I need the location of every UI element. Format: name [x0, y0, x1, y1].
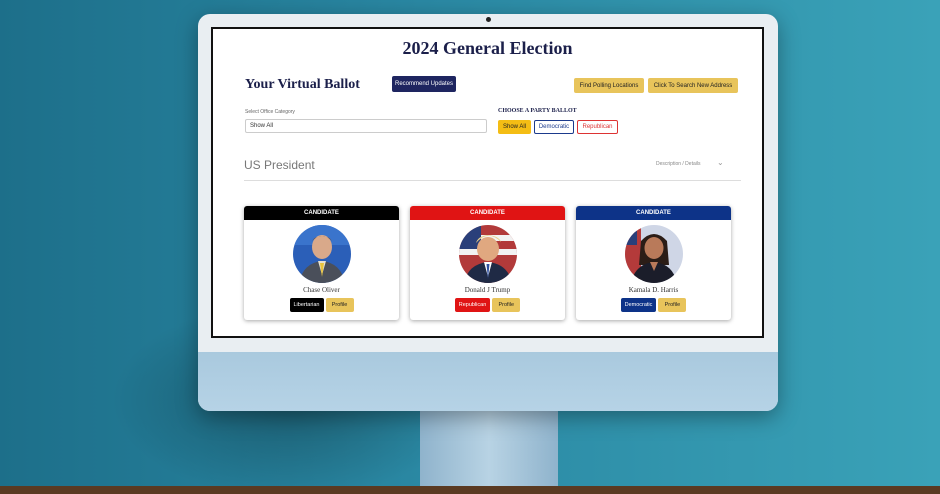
profile-button[interactable]: Profile — [325, 298, 354, 312]
monitor-stand — [420, 400, 558, 490]
screen: 2024 General Election Your Virtual Ballo… — [211, 27, 764, 338]
candidate-card-oliver: CANDIDATE Chase Oliver Libertarian Profi… — [244, 206, 399, 320]
candidate-card-header: CANDIDATE — [576, 206, 731, 220]
details-toggle[interactable]: Description / Details — [656, 161, 700, 167]
office-category-label: Select Office Category — [245, 109, 295, 115]
party-democratic-button[interactable]: Democratic — [534, 120, 574, 134]
search-address-button[interactable]: Click To Search New Address — [648, 78, 738, 93]
desk — [0, 486, 940, 494]
candidate-tags: Libertarian Profile — [244, 298, 399, 312]
candidate-card-header: CANDIDATE — [410, 206, 565, 220]
ballot-title: Your Virtual Ballot — [245, 77, 360, 92]
imac-chin — [198, 352, 778, 411]
party-badge: Libertarian — [289, 298, 324, 312]
party-show-all-button[interactable]: Show All — [498, 120, 531, 134]
party-badge: Republican — [454, 298, 491, 312]
profile-button[interactable]: Profile — [658, 298, 687, 312]
party-badge: Democratic — [620, 298, 657, 312]
candidate-name: Kamala D. Harris — [628, 286, 679, 294]
page-title: 2024 General Election — [402, 38, 573, 58]
candidate-photo — [624, 225, 683, 283]
candidate-tags: Democratic Profile — [576, 298, 731, 312]
candidate-card-trump: CANDIDATE Donald J Trump Republican Prof… — [410, 206, 565, 320]
candidate-name: Donald J Trump — [464, 286, 511, 294]
candidate-card-header: CANDIDATE — [244, 206, 399, 220]
profile-button[interactable]: Profile — [492, 298, 521, 312]
party-ballot-label: CHOOSE A PARTY BALLOT — [498, 108, 577, 114]
section-divider — [244, 180, 741, 181]
candidate-name: Chase Oliver — [303, 286, 340, 294]
chevron-down-icon[interactable]: ⌄ — [717, 158, 724, 167]
recommend-updates-button[interactable]: Recommend Updates — [392, 76, 456, 92]
find-polling-button[interactable]: Find Polling Locations — [574, 78, 644, 93]
candidate-tags: Republican Profile — [410, 298, 565, 312]
section-title: US President — [244, 158, 315, 172]
office-category-select[interactable]: Show All — [245, 119, 487, 133]
camera-icon — [486, 17, 491, 22]
candidate-photo — [458, 225, 517, 283]
candidate-card-harris: CANDIDATE Kamala D. Harris Democratic Pr… — [576, 206, 731, 320]
party-republican-button[interactable]: Republican — [577, 120, 618, 134]
candidate-photo — [292, 225, 351, 283]
